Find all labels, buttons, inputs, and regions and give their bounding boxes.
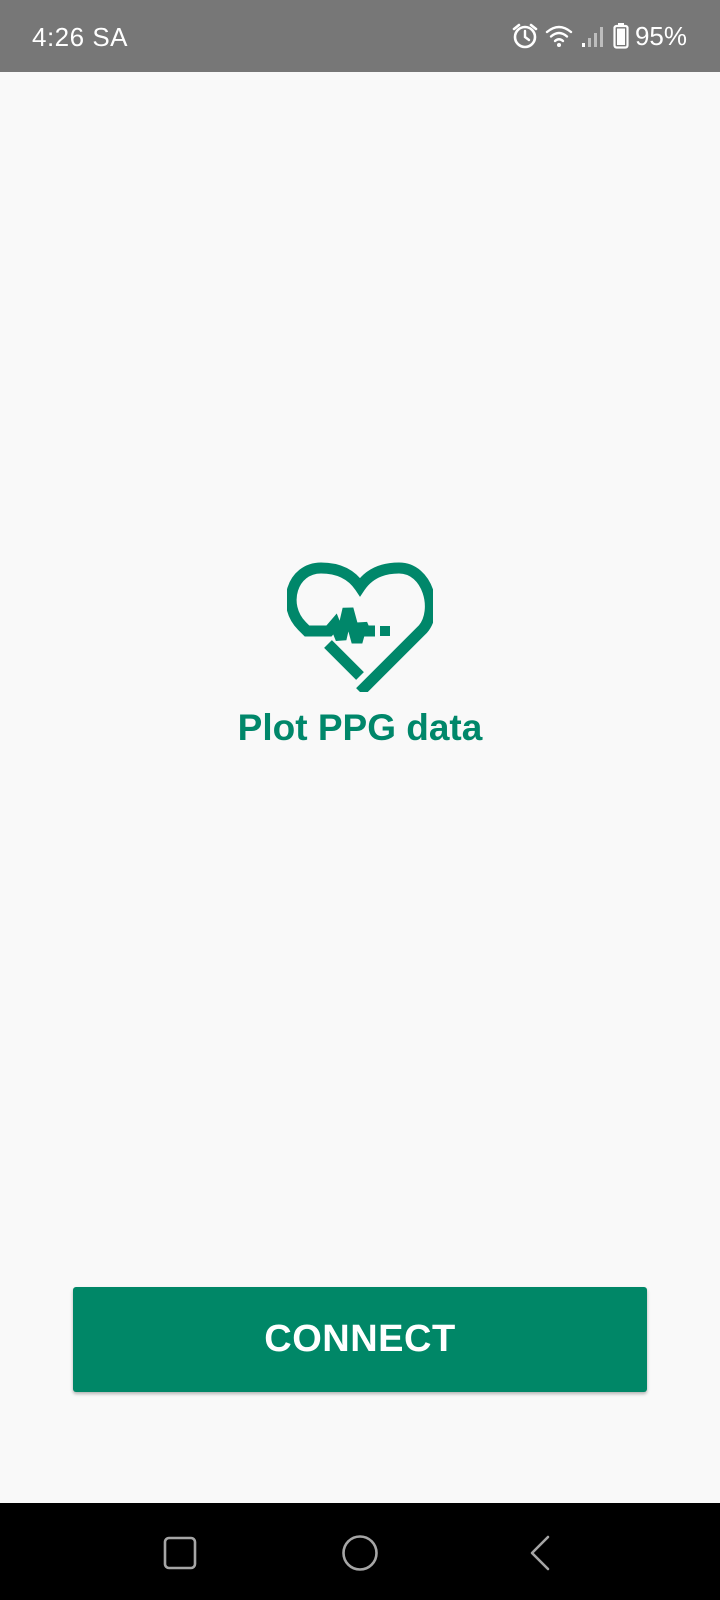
- back-icon[interactable]: [500, 1523, 580, 1583]
- connect-button[interactable]: CONNECT: [73, 1287, 647, 1392]
- signal-icon: [581, 24, 605, 48]
- home-icon[interactable]: [320, 1523, 400, 1583]
- battery-percent: 95%: [634, 21, 687, 51]
- heart-pulse-icon: [285, 562, 436, 696]
- status-icons: 95%: [511, 0, 687, 72]
- battery-icon: [613, 23, 629, 49]
- recents-icon[interactable]: [140, 1523, 220, 1583]
- status-time: 4:26 SA: [32, 22, 129, 52]
- alarm-icon: [511, 22, 539, 50]
- app-title: Plot PPG data: [237, 707, 483, 748]
- wifi-icon: [545, 24, 573, 48]
- status-bar: 4:26 SA 95%: [0, 0, 720, 72]
- main-content: Plot PPG data CONNECT: [0, 72, 720, 1503]
- navigation-bar: [0, 1503, 720, 1600]
